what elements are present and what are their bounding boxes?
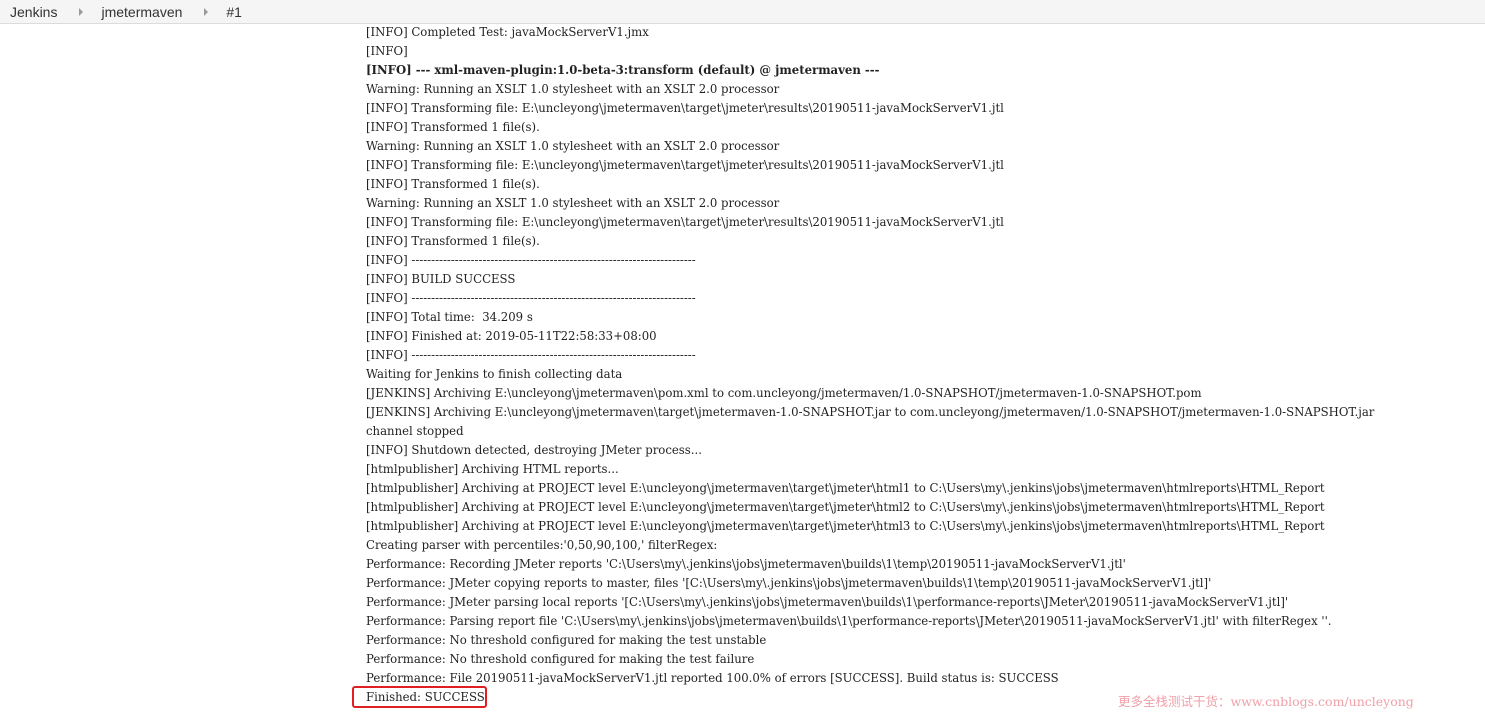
console-line: [INFO] --- xml-maven-plugin:1.0-beta-3:t… <box>366 63 880 77</box>
console-line: Waiting for Jenkins to finish collecting… <box>366 367 623 381</box>
console-line: [INFO] Completed Test: javaMockServerV1.… <box>366 25 649 39</box>
breadcrumb: Jenkins jmetermaven #1 <box>0 0 1485 24</box>
breadcrumb-job-jmetermaven[interactable]: jmetermaven <box>101 0 182 24</box>
console-line: Warning: Running an XSLT 1.0 stylesheet … <box>366 139 780 153</box>
console-output: [INFO] Completed Test: javaMockServerV1.… <box>366 23 1374 707</box>
console-line: [htmlpublisher] Archiving at PROJECT lev… <box>366 481 1325 495</box>
console-line: channel stopped <box>366 424 464 438</box>
chevron-right-icon <box>79 7 84 16</box>
finished-success-highlight <box>352 686 487 708</box>
console-line: [INFO] Transforming file: E:\uncleyong\j… <box>366 158 1004 172</box>
console-line: [htmlpublisher] Archiving at PROJECT lev… <box>366 519 1325 533</box>
console-line: [INFO] ---------------------------------… <box>366 291 696 305</box>
console-line: [htmlpublisher] Archiving HTML reports..… <box>366 462 619 476</box>
console-line: [INFO] Total time: 34.209 s <box>366 310 533 324</box>
console-line: [INFO] Shutdown detected, destroying JMe… <box>366 443 702 457</box>
console-line: [INFO] Transformed 1 file(s). <box>366 120 540 134</box>
console-line: [INFO] <box>366 44 408 58</box>
console-line: [INFO] ---------------------------------… <box>366 348 696 362</box>
console-line: [INFO] Transforming file: E:\uncleyong\j… <box>366 215 1004 229</box>
console-line: [JENKINS] Archiving E:\uncleyong\jmeterm… <box>366 405 1375 419</box>
console-line: [JENKINS] Archiving E:\uncleyong\jmeterm… <box>366 386 1202 400</box>
console-line: Warning: Running an XSLT 1.0 stylesheet … <box>366 196 780 210</box>
breadcrumb-jenkins[interactable]: Jenkins <box>10 0 57 24</box>
console-line: Performance: No threshold configured for… <box>366 652 755 666</box>
console-line: Performance: No threshold configured for… <box>366 633 767 647</box>
console-line: Performance: Parsing report file 'C:\Use… <box>366 614 1332 628</box>
console-line: [INFO] Finished at: 2019-05-11T22:58:33+… <box>366 329 657 343</box>
console-line: [INFO] Transformed 1 file(s). <box>366 234 540 248</box>
console-line: [INFO] Transformed 1 file(s). <box>366 177 540 191</box>
console-line: [htmlpublisher] Archiving at PROJECT lev… <box>366 500 1325 514</box>
console-line: Warning: Running an XSLT 1.0 stylesheet … <box>366 82 780 96</box>
console-line: Performance: File 20190511-javaMockServe… <box>366 671 1059 685</box>
console-line: Performance: JMeter parsing local report… <box>366 595 1289 609</box>
breadcrumb-build-number[interactable]: #1 <box>226 0 242 24</box>
console-line: [INFO] BUILD SUCCESS <box>366 272 516 286</box>
console-line: [INFO] ---------------------------------… <box>366 253 696 267</box>
console-line: [INFO] Transforming file: E:\uncleyong\j… <box>366 101 1004 115</box>
console-line: Performance: Recording JMeter reports 'C… <box>366 557 1126 571</box>
console-line: Creating parser with percentiles:'0,50,9… <box>366 538 718 552</box>
watermark-text: 更多全栈测试干货：www.cnblogs.com/uncleyong <box>1118 694 1414 709</box>
console-line: Performance: JMeter copying reports to m… <box>366 576 1212 590</box>
chevron-right-icon <box>204 7 209 16</box>
